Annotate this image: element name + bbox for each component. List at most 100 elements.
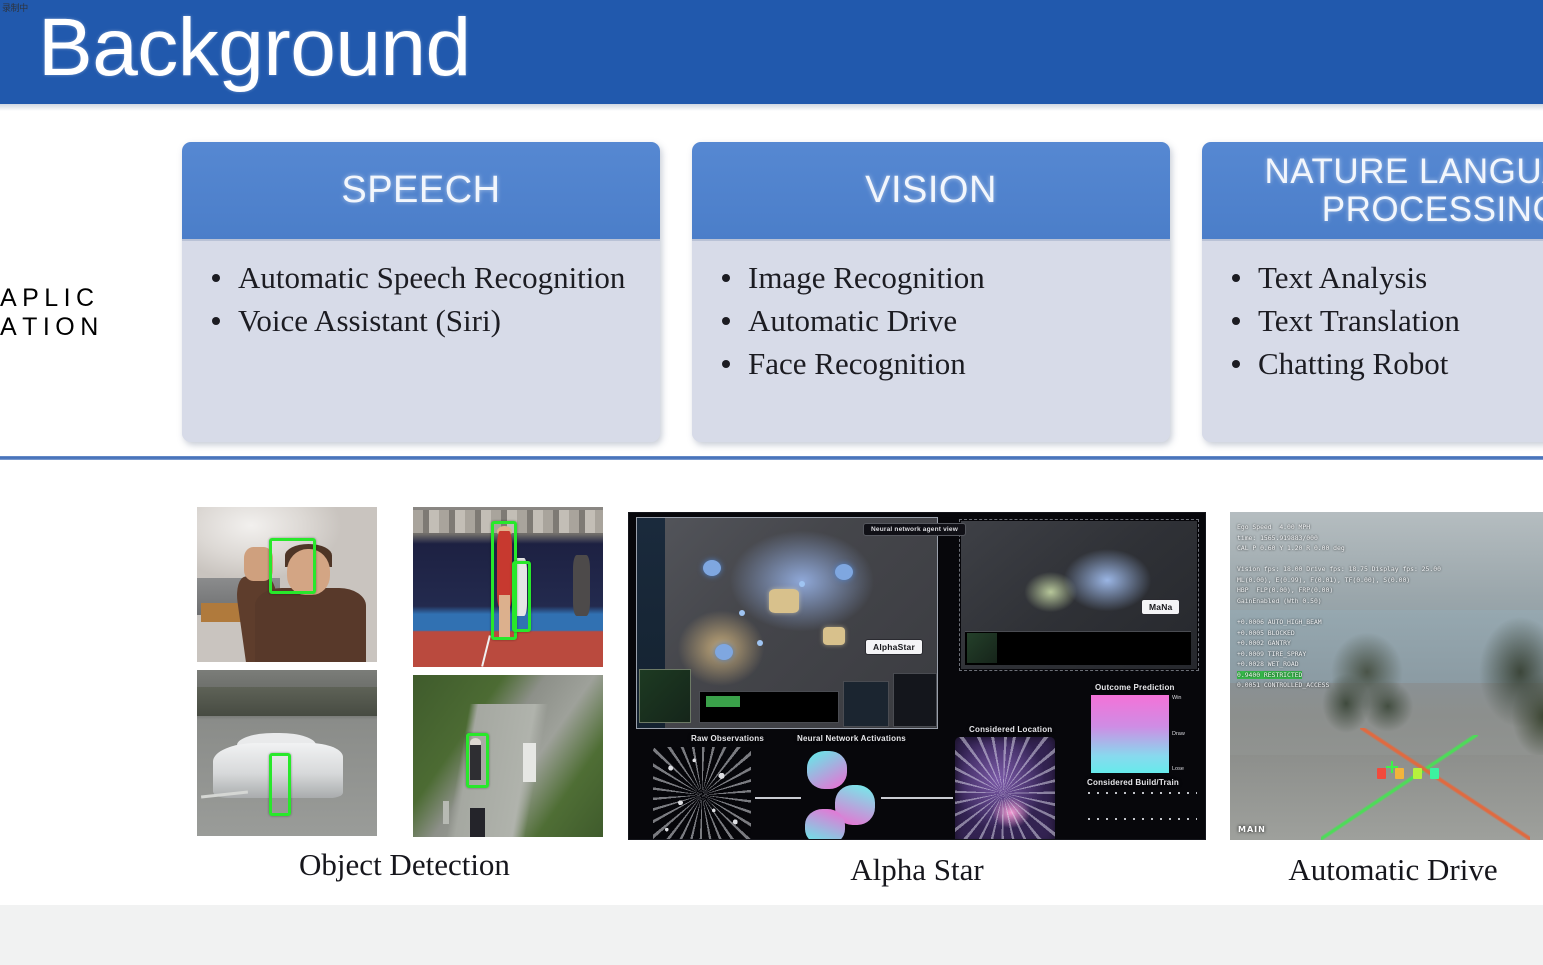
alphastar-agent-view-tag: Neural network agent view xyxy=(863,523,966,536)
crosshair-icon xyxy=(1386,761,1399,774)
flow-arrow xyxy=(755,797,801,799)
detection-marker xyxy=(1377,767,1387,779)
application-caption-alpha-star: Alpha Star xyxy=(850,852,984,887)
alphastar-outcome-prediction-bar xyxy=(1091,695,1169,773)
alphastar-agent-tag: AlphaStar xyxy=(865,639,923,655)
path-shape xyxy=(413,704,603,837)
alphastar-screenshot: Neural network agent view AlphaStar MaNa… xyxy=(628,512,1206,840)
slide-title-band: Background xyxy=(0,0,1543,104)
field-card-vision-header-label: VISION xyxy=(865,169,997,212)
row-label-application: A P L I C A T I O N xyxy=(0,284,100,682)
section-divider xyxy=(0,456,1543,460)
driving-telemetry-hud: Ego Speed 4.00 MPH time: 1565.919883/000… xyxy=(1237,522,1517,691)
list-item: Face Recognition xyxy=(714,343,1158,384)
alphastar-caption-raw-observations: Raw Observations xyxy=(691,734,765,743)
hud-line-14: 0.0051 CONTROLLED_ACCESS xyxy=(1237,681,1330,690)
field-card-vision-list: Image Recognition Automatic Drive Face R… xyxy=(714,257,1158,385)
outcome-tick-lose: Lose xyxy=(1172,766,1184,772)
detection-image-pedestrians xyxy=(413,675,603,837)
detection-image-parked-car xyxy=(197,670,377,836)
hud-line-11: +0.0009 TIRE_SPRAY xyxy=(1237,649,1307,658)
field-card-nlp-body: Text Analysis Text Translation Chatting … xyxy=(1202,241,1543,442)
alphastar-considered-build-chart xyxy=(1085,789,1197,839)
hud-line-2: time: 1565.919883/000 xyxy=(1237,533,1318,542)
hud-line-10: +0.0002 GANTRY xyxy=(1237,639,1291,648)
title-band-shadow xyxy=(0,104,1543,111)
game-view-opponent-minimap xyxy=(967,633,997,663)
row-label-application-char: A xyxy=(0,284,18,312)
application-alpha-star: Neural network agent view AlphaStar MaNa… xyxy=(628,512,1206,905)
list-item: Chatting Robot xyxy=(1224,343,1543,384)
detection-marker xyxy=(1430,767,1440,779)
detection-bounding-box xyxy=(511,561,531,632)
alphastar-caption-considered-location: Considered Location xyxy=(969,725,1053,734)
game-view-border xyxy=(636,517,938,729)
list-item: Text Translation xyxy=(1224,300,1543,341)
pedestrian-shape xyxy=(470,807,486,837)
alphastar-caption-considered-build: Considered Build/Train xyxy=(1087,778,1179,787)
hud-line-7: GainEnabled (Wth 0.50) xyxy=(1237,596,1322,605)
outcome-tick-draw: Draw xyxy=(1172,731,1185,737)
row-label-application-char: N xyxy=(80,313,100,341)
object-detection-image-grid xyxy=(197,507,612,837)
alphastar-considered-location-heatmap xyxy=(955,737,1055,839)
pedestrian-shape xyxy=(523,743,537,782)
list-item: Automatic Drive xyxy=(714,300,1158,341)
field-card-nlp-header-label: NATURE LANGUAGEPROCESSING xyxy=(1252,153,1543,228)
recording-indicator: 录制中 xyxy=(2,4,28,14)
torso-shape xyxy=(254,587,367,662)
neural-activation-blob xyxy=(807,751,847,789)
outcome-tick-win: Win xyxy=(1172,695,1182,701)
list-item: Automatic Speech Recognition xyxy=(204,257,648,298)
detection-image-gymnast xyxy=(413,507,603,667)
field-card-nlp-list: Text Analysis Text Translation Chatting … xyxy=(1224,257,1543,385)
hud-line-6: HBP FLP(0.00), FRP(0.00) xyxy=(1237,586,1334,595)
screen-bottom-area: ZOLE主会场的屏幕共享 xyxy=(0,905,1543,965)
field-card-speech-header-label: SPEECH xyxy=(341,169,501,212)
application-caption-automatic-drive: Automatic Drive xyxy=(1288,852,1498,887)
field-card-vision: VISION Image Recognition Automatic Drive… xyxy=(692,142,1170,442)
row-label-application-char: I xyxy=(63,284,72,312)
field-card-speech-header: SPEECH xyxy=(182,142,660,241)
page-title: Background xyxy=(38,2,471,93)
application-caption-object-detection: Object Detection xyxy=(299,847,510,882)
nlp-header-line-1: NATURE LANGUAGE xyxy=(1264,152,1543,192)
presentation-slide: 录制中 Background F I E L D SPEECH Automati… xyxy=(0,0,1543,905)
alphastar-opponent-tag: MaNa xyxy=(1141,599,1181,615)
driving-main-camera-label: MAIN xyxy=(1238,825,1266,834)
hud-line-12: +0.0028 WET_ROAD xyxy=(1237,660,1299,669)
row-label-application-char: P xyxy=(22,284,40,312)
field-card-speech-body: Automatic Speech Recognition Voice Assis… xyxy=(182,241,660,442)
row-label-application-char: O xyxy=(55,313,76,341)
detection-bounding-box xyxy=(269,753,291,817)
hud-line-3: CAL P 0.60 Y 1.20 R 0.00 deg xyxy=(1237,544,1345,553)
application-automatic-drive: Ego Speed 4.00 MPH time: 1565.919883/000… xyxy=(1230,512,1543,905)
neural-activation-blob xyxy=(805,809,845,839)
nlp-header-line-2: PROCESSING xyxy=(1321,189,1543,229)
field-card-speech-list: Automatic Speech Recognition Voice Assis… xyxy=(204,257,648,341)
hud-line-1: Ego Speed 4.00 MPH xyxy=(1237,523,1311,531)
row-label-application-char: T xyxy=(22,313,39,341)
detection-bounding-box xyxy=(466,733,489,789)
field-card-nlp: NATURE LANGUAGEPROCESSING Text Analysis … xyxy=(1202,142,1543,442)
hedge-shape xyxy=(197,686,377,717)
application-object-detection: Object Detection xyxy=(197,507,612,905)
detection-image-indoor-person xyxy=(197,507,377,662)
row-label-application-char: I xyxy=(42,313,51,341)
field-card-speech: SPEECH Automatic Speech Recognition Voic… xyxy=(182,142,660,442)
hud-line-5: ML(0.00), E(0.99), F(0.01), TF(0.00), S(… xyxy=(1237,575,1411,584)
autonomous-driving-screenshot: Ego Speed 4.00 MPH time: 1565.919883/000… xyxy=(1230,512,1543,840)
hud-line-8: +0.0006 AUTO_HIGH_BEAM xyxy=(1237,618,1322,627)
alphastar-caption-neural-activations: Neural Network Activations xyxy=(797,734,906,743)
bystander-shape xyxy=(572,555,590,616)
game-view-opponent-ui-bar xyxy=(965,631,1191,665)
field-card-vision-header: VISION xyxy=(692,142,1170,241)
list-item: Image Recognition xyxy=(714,257,1158,298)
hud-line-9: +0.0005 BLOCKED xyxy=(1237,628,1295,637)
alphastar-caption-outcome-prediction: Outcome Prediction xyxy=(1095,683,1175,692)
detection-bounding-box xyxy=(269,538,316,594)
field-card-nlp-header: NATURE LANGUAGEPROCESSING xyxy=(1202,142,1543,241)
row-label-application-char: L xyxy=(44,284,60,312)
hud-line-13-selected: 0.9400 RESTRICTED xyxy=(1237,670,1303,679)
hud-line-4: Vision fps: 18.00 Drive fps: 18.75 Displ… xyxy=(1237,565,1441,574)
